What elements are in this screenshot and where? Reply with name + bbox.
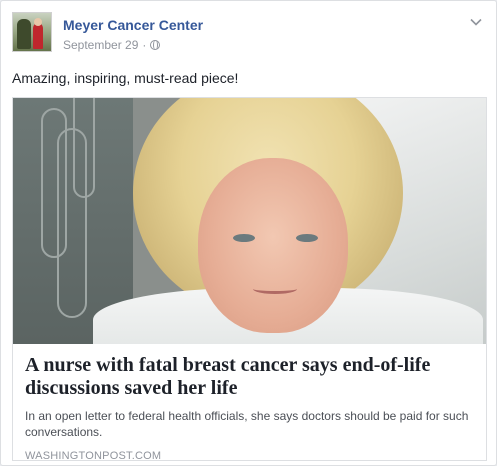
link-details: A nurse with fatal breast cancer says en… (13, 344, 486, 462)
feed-post: Meyer Cancer Center September 29 · Amazin… (0, 0, 497, 466)
meta-separator: · (142, 38, 147, 52)
link-preview[interactable]: A nurse with fatal breast cancer says en… (12, 97, 487, 462)
page-avatar[interactable] (12, 12, 52, 52)
chevron-down-icon[interactable] (469, 15, 483, 29)
post-header: Meyer Cancer Center September 29 · (12, 12, 485, 56)
article-source: WASHINGTONPOST.COM (25, 450, 162, 462)
globe-icon (150, 40, 161, 50)
page-name-link[interactable]: Meyer Cancer Center (63, 16, 203, 34)
article-headline[interactable]: A nurse with fatal breast cancer says en… (25, 354, 474, 400)
post-message: Amazing, inspiring, must-read piece! (12, 70, 239, 86)
article-summary: In an open letter to federal health offi… (25, 409, 469, 439)
article-photo[interactable] (13, 98, 486, 344)
post-timestamp[interactable]: September 29 (63, 38, 138, 52)
post-meta: September 29 · (63, 37, 161, 53)
